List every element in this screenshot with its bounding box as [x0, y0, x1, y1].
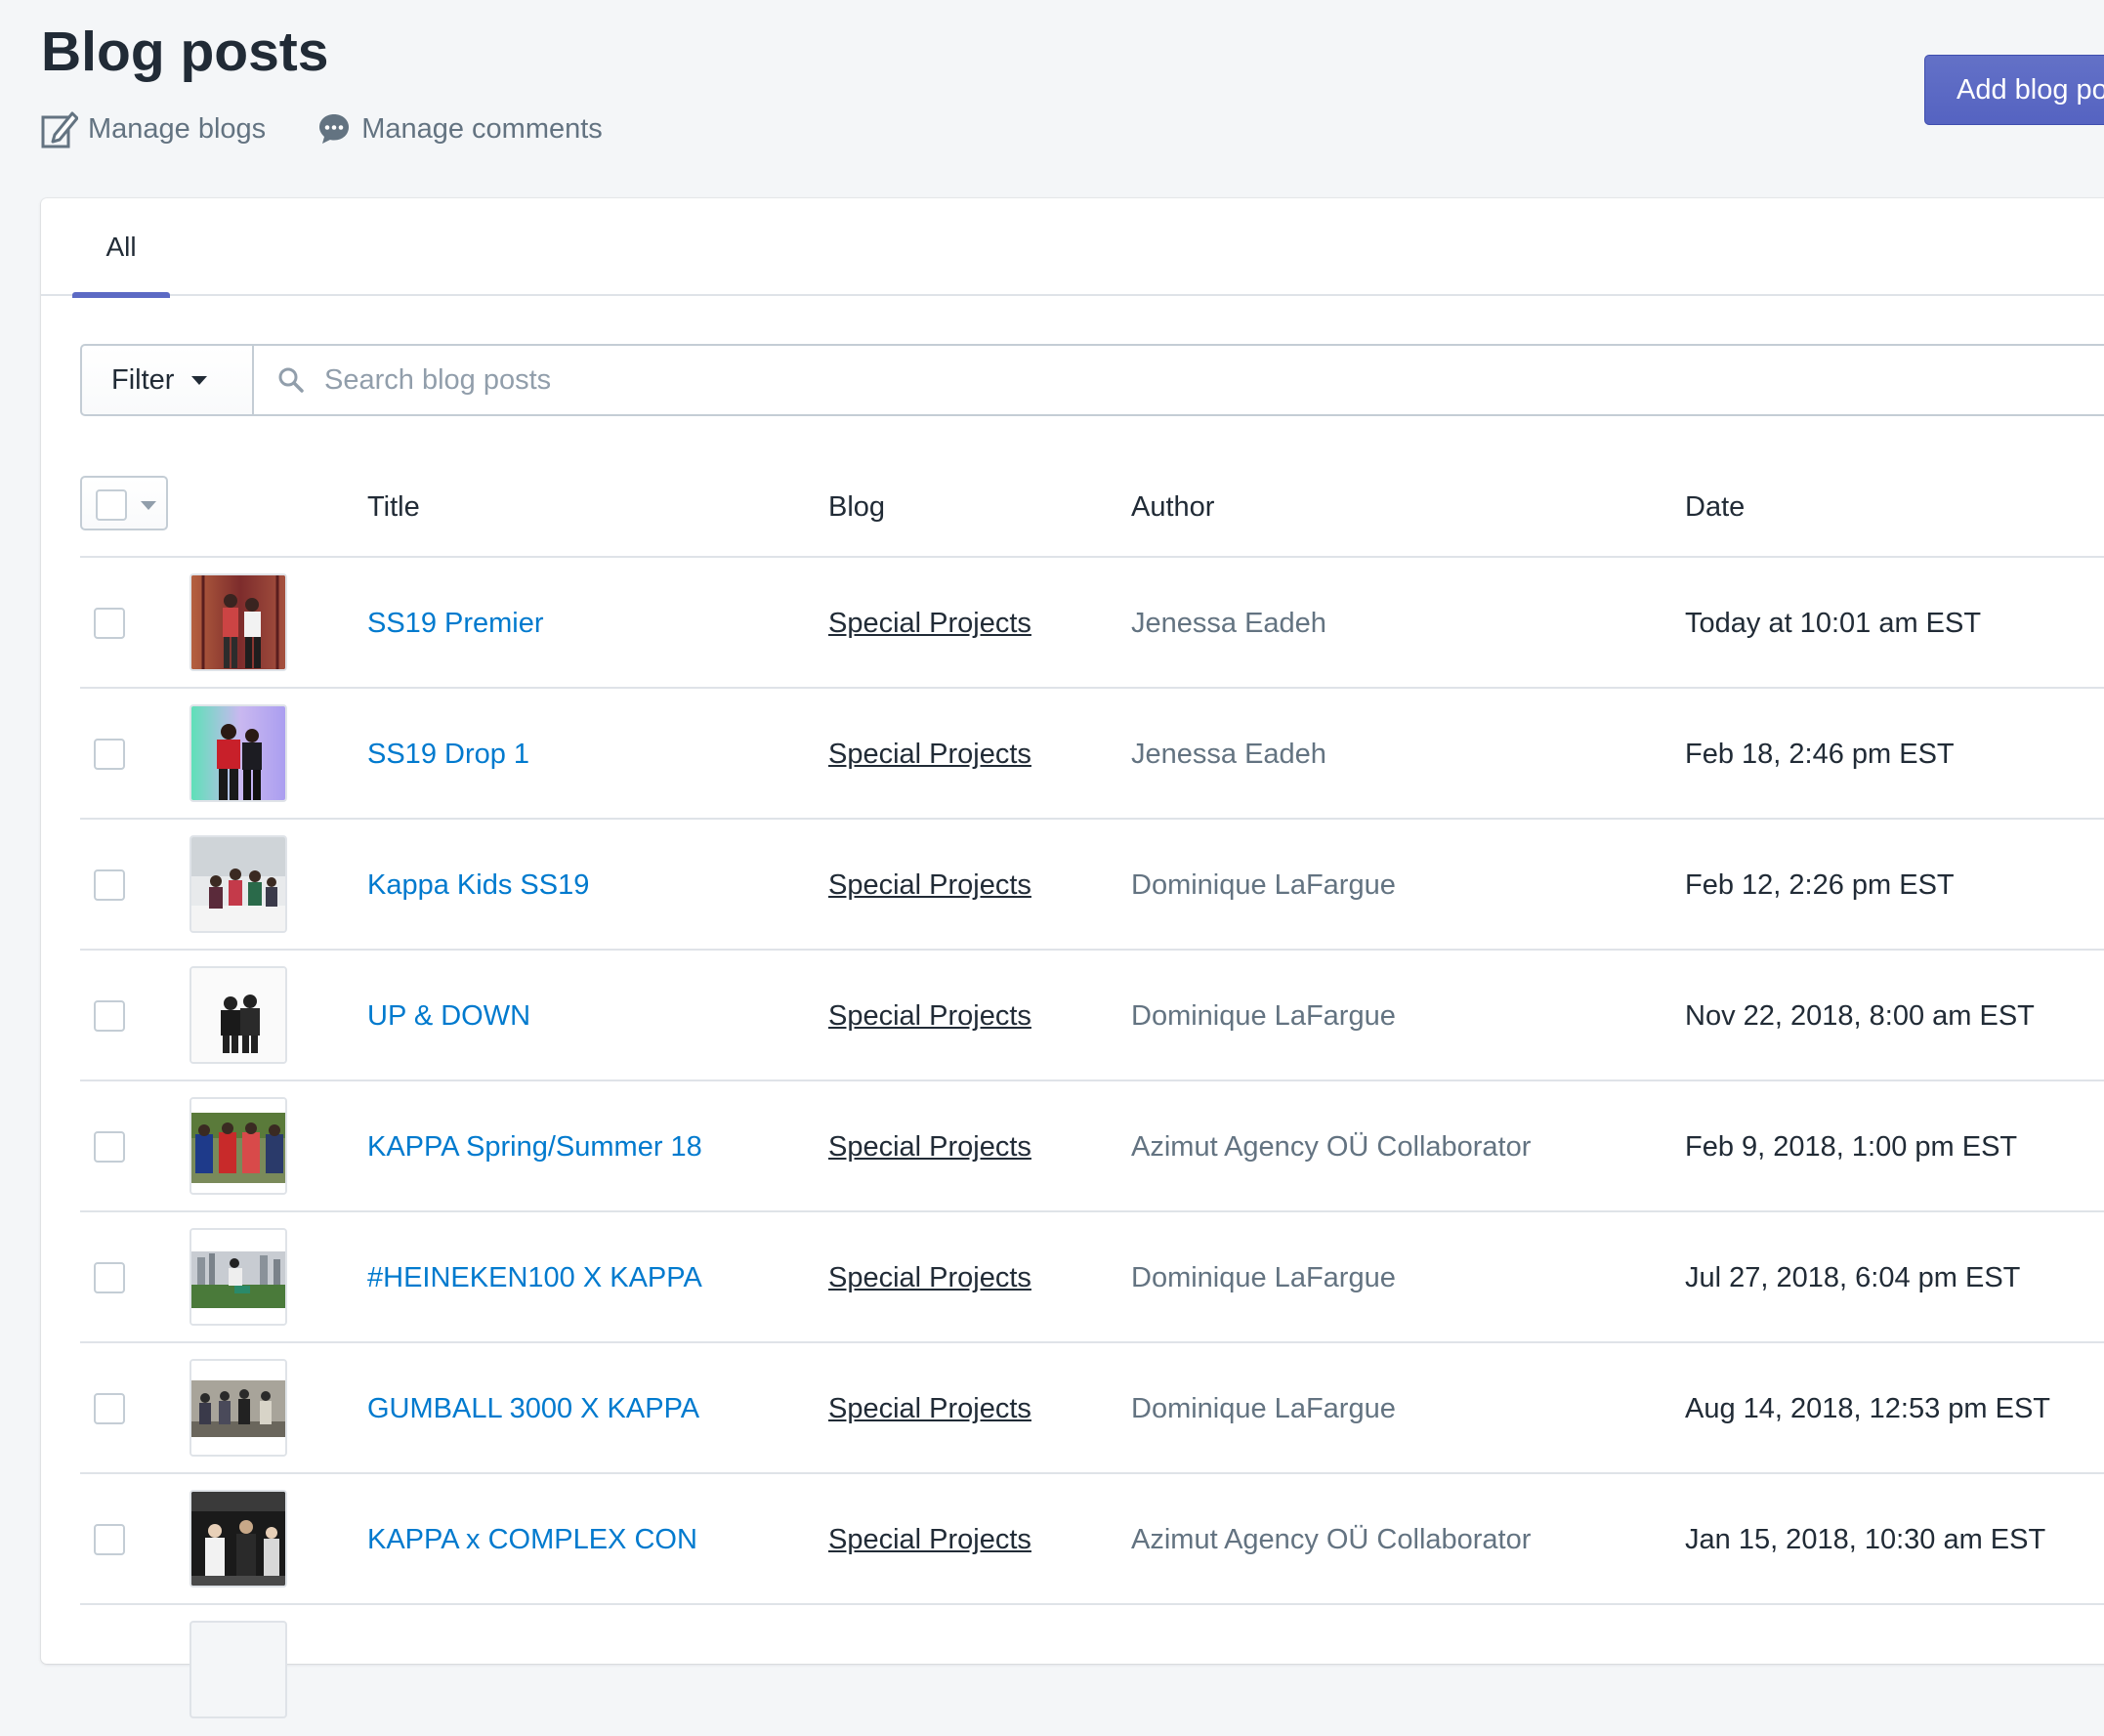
blog-posts-table: Title Blog Author Date SS19 Premier Spec… — [80, 464, 2104, 1736]
post-title-link[interactable]: SS19 Drop 1 — [367, 737, 529, 772]
post-author: Dominique LaFargue — [1131, 1000, 1396, 1032]
row-checkbox[interactable] — [94, 608, 125, 639]
manage-blogs-link[interactable]: Manage blogs — [41, 109, 266, 148]
table-row[interactable]: KAPPA Spring/Summer 18 Special Projects … — [80, 1081, 2104, 1212]
blog-posts-card: All Filter Title Blog Author Date — [41, 198, 2104, 1718]
row-checkbox[interactable] — [94, 869, 125, 901]
post-thumbnail — [189, 1621, 287, 1718]
post-thumbnail — [189, 835, 287, 933]
table-row[interactable] — [80, 1605, 2104, 1736]
row-checkbox[interactable] — [94, 1524, 125, 1555]
caret-down-icon — [141, 501, 156, 510]
post-title-link[interactable]: UP & DOWN — [367, 998, 530, 1034]
column-header-date: Date — [1685, 491, 1746, 523]
row-checkbox[interactable] — [94, 1000, 125, 1032]
row-checkbox[interactable] — [94, 1131, 125, 1163]
blog-link[interactable]: Special Projects — [828, 737, 1031, 772]
page-title: Blog posts — [41, 21, 329, 83]
table-header: Title Blog Author Date — [80, 464, 2104, 558]
search-input[interactable] — [322, 362, 2104, 398]
blog-link[interactable]: Special Projects — [828, 1391, 1031, 1426]
bulk-select-dropdown[interactable] — [80, 476, 168, 530]
blog-link[interactable]: Special Projects — [828, 606, 1031, 641]
table-row[interactable]: GUMBALL 3000 X KAPPA Special Projects Do… — [80, 1343, 2104, 1474]
post-date: Jul 27, 2018, 6:04 pm EST — [1685, 1262, 2021, 1293]
post-author: Jenessa Eadeh — [1131, 739, 1326, 770]
post-date: Aug 14, 2018, 12:53 pm EST — [1685, 1393, 2051, 1424]
tab-all-label: All — [105, 232, 137, 262]
post-date: Feb 9, 2018, 1:00 pm EST — [1685, 1131, 2018, 1163]
row-checkbox[interactable] — [94, 1393, 125, 1424]
post-title-link[interactable]: KAPPA Spring/Summer 18 — [367, 1129, 702, 1164]
post-date: Feb 12, 2:26 pm EST — [1685, 869, 1955, 901]
row-checkbox[interactable] — [94, 739, 125, 770]
table-row[interactable]: KAPPA x COMPLEX CON Special Projects Azi… — [80, 1474, 2104, 1605]
post-author: Dominique LaFargue — [1131, 1393, 1396, 1424]
post-title-link[interactable]: Kappa Kids SS19 — [367, 868, 589, 903]
post-author: Jenessa Eadeh — [1131, 608, 1326, 639]
blog-link[interactable]: Special Projects — [828, 998, 1031, 1034]
post-thumbnail — [189, 573, 287, 671]
filter-row: Filter — [80, 344, 2104, 416]
post-thumbnail — [189, 1097, 287, 1195]
post-thumbnail — [189, 966, 287, 1064]
select-all-checkbox[interactable] — [96, 489, 127, 521]
post-title-link[interactable]: GUMBALL 3000 X KAPPA — [367, 1391, 699, 1426]
post-title-link[interactable]: KAPPA x COMPLEX CON — [367, 1522, 697, 1557]
filter-button-label: Filter — [111, 363, 175, 396]
post-title-link[interactable]: #HEINEKEN100 X KAPPA — [367, 1260, 702, 1295]
blog-link[interactable]: Special Projects — [828, 1129, 1031, 1164]
caret-down-icon — [191, 375, 208, 385]
comment-icon — [319, 114, 350, 144]
secondary-actions: Manage blogs Manage comments — [41, 109, 653, 148]
table-row[interactable]: Kappa Kids SS19 Special Projects Dominiq… — [80, 820, 2104, 951]
manage-blogs-label: Manage blogs — [88, 112, 267, 145]
column-header-title: Title — [367, 491, 420, 523]
post-author: Azimut Agency OÜ Collaborator — [1131, 1524, 1532, 1555]
post-date: Nov 22, 2018, 8:00 am EST — [1685, 1000, 2035, 1032]
table-row[interactable]: SS19 Drop 1 Special Projects Jenessa Ead… — [80, 689, 2104, 820]
post-title-link[interactable]: SS19 Premier — [367, 606, 544, 641]
column-header-author: Author — [1131, 491, 1215, 523]
post-author: Dominique LaFargue — [1131, 1262, 1396, 1293]
post-thumbnail — [189, 1359, 287, 1457]
add-blog-post-button[interactable]: Add blog post — [1924, 55, 2104, 125]
post-thumbnail — [189, 704, 287, 802]
blog-link[interactable]: Special Projects — [828, 1522, 1031, 1557]
search-icon — [278, 367, 304, 393]
blog-link[interactable]: Special Projects — [828, 1260, 1031, 1295]
tab-all[interactable]: All — [72, 198, 170, 298]
post-date: Today at 10:01 am EST — [1685, 608, 1982, 639]
row-checkbox[interactable] — [94, 1262, 125, 1293]
post-thumbnail — [189, 1490, 287, 1588]
tab-bar: All — [41, 198, 2104, 298]
table-row[interactable]: UP & DOWN Special Projects Dominique LaF… — [80, 951, 2104, 1081]
search-field[interactable] — [254, 344, 2104, 416]
post-author: Dominique LaFargue — [1131, 869, 1396, 901]
manage-comments-label: Manage comments — [361, 112, 603, 145]
edit-icon — [41, 111, 78, 148]
post-date: Jan 15, 2018, 10:30 am EST — [1685, 1524, 2046, 1555]
post-thumbnail — [189, 1228, 287, 1326]
table-row[interactable]: SS19 Premier Special Projects Jenessa Ea… — [80, 558, 2104, 689]
tab-selected-indicator — [72, 292, 170, 298]
manage-comments-link[interactable]: Manage comments — [316, 111, 603, 147]
post-author: Azimut Agency OÜ Collaborator — [1131, 1131, 1532, 1163]
blog-link[interactable]: Special Projects — [828, 868, 1031, 903]
column-header-blog: Blog — [828, 491, 886, 523]
table-row[interactable]: #HEINEKEN100 X KAPPA Special Projects Do… — [80, 1212, 2104, 1343]
filter-button[interactable]: Filter — [80, 344, 254, 416]
post-date: Feb 18, 2:46 pm EST — [1685, 739, 1955, 770]
